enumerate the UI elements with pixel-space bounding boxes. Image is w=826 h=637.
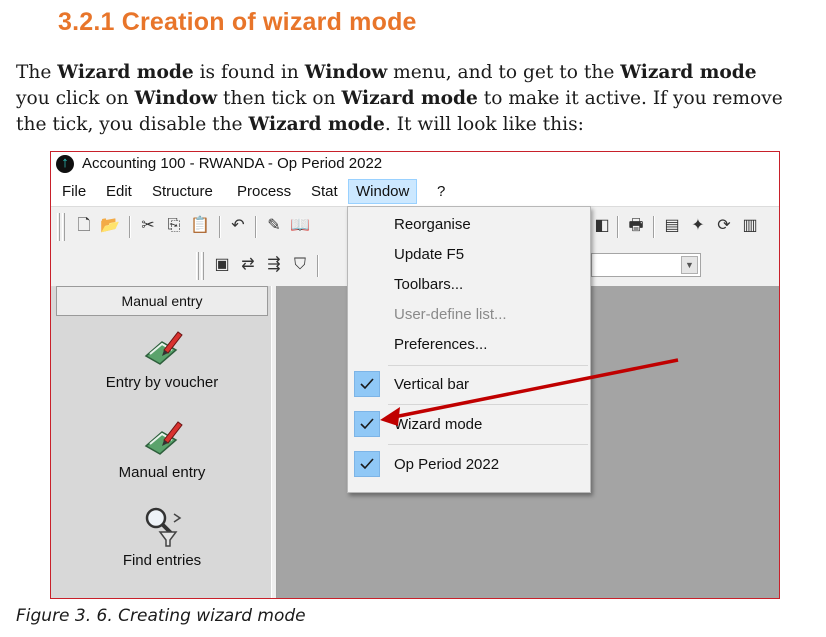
menu-item-vertical-bar[interactable]: Vertical bar xyxy=(394,376,469,393)
window-titlebar: Accounting 100 - RWANDA - Op Period 2022 xyxy=(51,152,779,178)
menu-item-wizard-mode[interactable]: Wizard mode xyxy=(394,416,482,433)
figure-caption: Figure 3. 6. Creating wizard mode xyxy=(16,606,306,626)
app-logo-icon xyxy=(56,154,74,173)
book-icon[interactable]: 📖 xyxy=(289,215,311,237)
toolbar-separator xyxy=(255,216,257,238)
toolbar-separator xyxy=(317,255,319,277)
menu-file[interactable]: File xyxy=(62,183,86,200)
menu-separator xyxy=(388,444,588,445)
journal-icon[interactable]: ▣ xyxy=(211,254,233,276)
toolbar-separator xyxy=(219,216,221,238)
magnifier-funnel-icon xyxy=(140,504,184,548)
menu-item-preferences[interactable]: Preferences... xyxy=(394,336,487,353)
menu-bar: File Edit Structure Process Stat Window … xyxy=(51,178,779,206)
cut-icon[interactable]: ✂ xyxy=(137,215,159,237)
body-paragraph: The Wizard mode is found in Window menu,… xyxy=(16,62,783,135)
toolbar-separator xyxy=(129,216,131,238)
side-entry-label: Manual entry xyxy=(118,464,206,481)
chevron-down-icon[interactable]: ▼ xyxy=(681,256,698,274)
menu-structure[interactable]: Structure xyxy=(152,183,213,200)
open-folder-icon[interactable]: 📂 xyxy=(99,215,121,237)
checkmark-icon xyxy=(354,451,380,477)
toolbar-grip xyxy=(57,213,60,241)
menu-edit[interactable]: Edit xyxy=(106,183,132,200)
toolbar-grip xyxy=(196,252,199,280)
menu-item-toolbars[interactable]: Toolbars... xyxy=(394,276,463,293)
menu-process[interactable]: Process xyxy=(237,183,291,200)
chart-icon[interactable]: ▥ xyxy=(739,215,761,237)
users-icon[interactable]: ✦ xyxy=(687,215,709,237)
menu-stat[interactable]: Stat xyxy=(311,183,338,200)
toolbar-combo[interactable]: ▼ xyxy=(591,253,701,277)
checkmark-icon xyxy=(354,411,380,437)
transfer-icon[interactable]: ⇄ xyxy=(237,254,259,276)
side-entry-label: Entry by voucher xyxy=(105,374,219,391)
undo-icon[interactable]: ↶ xyxy=(227,215,249,237)
new-file-icon[interactable]: 🗋 xyxy=(73,215,95,237)
toolbar-tool-icon[interactable]: ◧ xyxy=(591,215,613,237)
side-entry-find[interactable]: Find entries xyxy=(56,504,268,569)
post-icon[interactable]: ⇶ xyxy=(263,254,285,276)
paste-icon[interactable]: 📋 xyxy=(189,215,211,237)
menu-item-op-period[interactable]: Op Period 2022 xyxy=(394,456,499,473)
pen-book-icon xyxy=(140,416,184,460)
side-entry-voucher[interactable]: Entry by voucher xyxy=(56,326,268,391)
screenshot-frame: Accounting 100 - RWANDA - Op Period 2022… xyxy=(50,151,780,599)
printer-icon[interactable]: 🖶 xyxy=(625,215,647,237)
toolbar-separator xyxy=(617,216,619,238)
menu-item-update[interactable]: Update F5 xyxy=(394,246,464,263)
side-entry-manual[interactable]: Manual entry xyxy=(56,416,268,481)
section-heading: 3.2.1 Creation of wizard mode xyxy=(58,8,417,36)
window-title: Accounting 100 - RWANDA - Op Period 2022 xyxy=(82,155,383,172)
menu-separator xyxy=(388,365,588,366)
window-menu-dropdown: Reorganise Update F5 Toolbars... User-de… xyxy=(347,206,591,493)
toolbar-grip xyxy=(201,252,204,280)
menu-separator xyxy=(388,404,588,405)
side-entry-label: Find entries xyxy=(122,552,202,569)
refresh-icon[interactable]: ⟳ xyxy=(713,215,735,237)
pen-book-icon xyxy=(140,326,184,370)
menu-item-reorganise[interactable]: Reorganise xyxy=(394,216,471,233)
toolbar-grip xyxy=(62,213,65,241)
toolbar-separator xyxy=(653,216,655,238)
eraser-icon[interactable]: ✎ xyxy=(263,215,285,237)
wizard-side-panel: Manual entry Entry by voucher Manual ent… xyxy=(51,286,271,598)
menu-item-user-define-list: User-define list... xyxy=(394,306,507,323)
shield-icon[interactable]: ⛉ xyxy=(289,254,311,276)
checkmark-icon xyxy=(354,371,380,397)
menu-window[interactable]: Window xyxy=(348,179,418,204)
copy-icon[interactable]: ⎘ xyxy=(163,215,185,237)
menu-help[interactable]: ? xyxy=(437,183,445,200)
side-panel-header[interactable]: Manual entry xyxy=(56,286,268,316)
ledger-icon[interactable]: ▤ xyxy=(661,215,683,237)
